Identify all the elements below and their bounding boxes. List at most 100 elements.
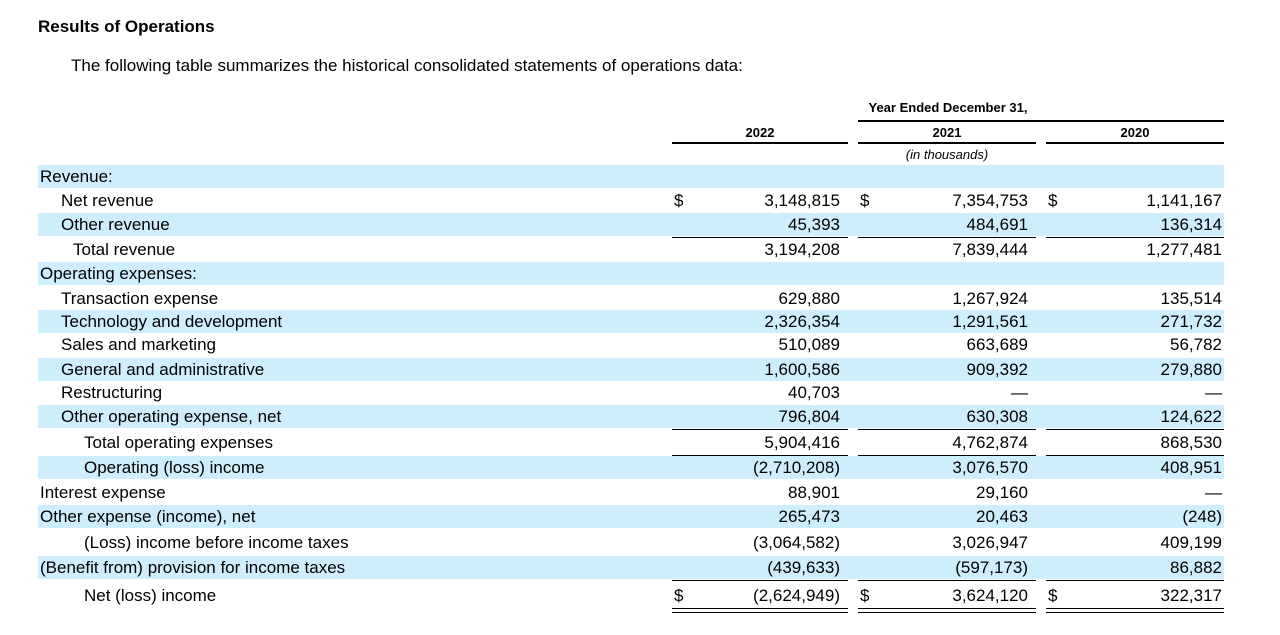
value-2021: (597,173) bbox=[955, 558, 1028, 577]
value-2021: 4,762,874 bbox=[952, 433, 1028, 452]
table-row-income-taxes: (Benefit from) provision for income taxe… bbox=[38, 556, 1224, 579]
double-rule-2021 bbox=[858, 608, 1036, 613]
table-row-interest-expense: Interest expense 88,901 29,160 — bbox=[38, 481, 1224, 504]
intro-text: The following table summarizes the histo… bbox=[71, 56, 743, 75]
year-underline-2020 bbox=[1046, 142, 1224, 144]
value-2020: 279,880 bbox=[1160, 360, 1222, 379]
subtotal-rule-2020 bbox=[1046, 580, 1224, 581]
value-2020: 409,199 bbox=[1160, 533, 1222, 552]
value-2020: 124,622 bbox=[1160, 407, 1222, 426]
year-header-2021: 2021 bbox=[932, 125, 962, 140]
value-2020: (248) bbox=[1182, 507, 1222, 526]
row-label: Other revenue bbox=[61, 215, 170, 234]
value-2021: 29,160 bbox=[976, 483, 1028, 502]
value-2021: 20,463 bbox=[976, 507, 1028, 526]
value-2021: 3,624,120 bbox=[952, 586, 1028, 605]
value-2022: 1,600,586 bbox=[764, 360, 840, 379]
table-row-sales-marketing: Sales and marketing 510,089 663,689 56,782 bbox=[38, 333, 1224, 356]
value-2021: — bbox=[1011, 383, 1028, 402]
row-label: Net (loss) income bbox=[84, 586, 217, 605]
value-2022: 88,901 bbox=[788, 483, 840, 502]
table-row-total-operating-expenses: Total operating expenses 5,904,416 4,762,8… bbox=[38, 431, 1224, 454]
row-label: Operating (loss) income bbox=[84, 458, 265, 477]
value-2022: 3,194,208 bbox=[764, 240, 840, 259]
row-label: Other expense (income), net bbox=[40, 507, 256, 526]
subtotal-rule-2022 bbox=[672, 580, 848, 581]
value-2020: 408,951 bbox=[1160, 458, 1222, 477]
row-label: General and administrative bbox=[61, 360, 265, 379]
value-2020: 271,732 bbox=[1160, 312, 1222, 331]
value-2020: — bbox=[1205, 483, 1222, 502]
table-row-other-expense: Other expense (income), net 265,473 20,463… bbox=[38, 505, 1224, 528]
table-row-revenue-heading: Revenue: bbox=[38, 165, 1224, 188]
period-underline bbox=[858, 120, 1224, 122]
value-2020: 86,882 bbox=[1170, 558, 1222, 577]
table-row-net-income: Net (loss) income $ $ $ (2,624,949) 3,624,120… bbox=[38, 584, 1224, 607]
table-row-other-revenue: Other revenue 45,393 484,691 136,314 bbox=[38, 213, 1224, 236]
value-2021: 1,267,924 bbox=[952, 289, 1028, 308]
row-label: Interest expense bbox=[40, 483, 166, 502]
value-2020: 1,141,167 bbox=[1146, 191, 1222, 210]
row-label: Operating expenses: bbox=[40, 264, 197, 283]
table-row-income-before-taxes: (Loss) income before income taxes (3,064,… bbox=[38, 531, 1224, 554]
value-2020: 136,314 bbox=[1160, 215, 1222, 234]
value-2021: 1,291,561 bbox=[952, 312, 1028, 331]
value-2021: 7,354,753 bbox=[952, 191, 1028, 210]
value-2022: 3,148,815 bbox=[764, 191, 840, 210]
year-header-2020: 2020 bbox=[1120, 125, 1150, 140]
row-label: Technology and development bbox=[61, 312, 283, 331]
table-row-technology-development: Technology and development 2,326,354 1,291… bbox=[38, 310, 1224, 333]
row-label: Net revenue bbox=[61, 191, 154, 210]
period-header: Year Ended December 31, bbox=[868, 100, 1028, 115]
table-row-net-revenue: Net revenue $ $ $3,148,815 7,354,753 1,141,16… bbox=[38, 189, 1224, 212]
double-rule-2022 bbox=[672, 608, 848, 613]
table-row-operating-income: Operating (loss) income (2,710,208) 3,076,… bbox=[38, 456, 1224, 479]
value-2020: 135,514 bbox=[1160, 289, 1222, 308]
value-2022: 5,904,416 bbox=[764, 433, 840, 452]
table-row-operating-expenses-heading: Operating expenses: bbox=[38, 262, 1224, 285]
table-row-transaction-expense: Transaction expense 629,880 1,267,924 135,5… bbox=[38, 287, 1224, 310]
year-underline-2021 bbox=[858, 142, 1036, 144]
row-label: Total revenue bbox=[73, 240, 176, 259]
value-2020: 1,277,481 bbox=[1146, 240, 1222, 259]
value-2021: 7,839,444 bbox=[952, 240, 1028, 259]
value-2022: 510,089 bbox=[778, 335, 840, 354]
year-underline-2022 bbox=[672, 142, 848, 144]
row-label: Sales and marketing bbox=[61, 335, 216, 354]
row-label: (Loss) income before income taxes bbox=[84, 533, 349, 552]
value-2021: 3,076,570 bbox=[952, 458, 1028, 477]
table-row-other-operating-expense: Other operating expense, net 796,804 630,3… bbox=[38, 405, 1224, 428]
subtotal-rule-2022 bbox=[672, 429, 848, 430]
value-2022: (3,064,582) bbox=[753, 533, 840, 552]
table-row-total-revenue: Total revenue 3,194,208 7,839,444 1,277,481 bbox=[38, 238, 1224, 261]
value-2020: 56,782 bbox=[1170, 335, 1222, 354]
value-2022: (439,633) bbox=[767, 558, 840, 577]
row-label: Restructuring bbox=[61, 383, 163, 402]
subtotal-rule-2021 bbox=[858, 580, 1036, 581]
value-2021: 3,026,947 bbox=[952, 533, 1028, 552]
row-label: Transaction expense bbox=[61, 289, 219, 308]
double-rule-2020 bbox=[1046, 608, 1224, 613]
value-2022: 2,326,354 bbox=[764, 312, 840, 331]
value-2022: (2,710,208) bbox=[753, 458, 840, 477]
subtotal-rule-2020 bbox=[1046, 429, 1224, 430]
value-2022: (2,624,949) bbox=[753, 586, 840, 605]
section-heading: Results of Operations bbox=[38, 17, 215, 36]
row-label: Total operating expenses bbox=[84, 433, 274, 452]
value-2022: 796,804 bbox=[778, 407, 840, 426]
value-2020: 322,317 bbox=[1160, 586, 1222, 605]
financial-statement-page: Results of Operations The following tabl… bbox=[0, 0, 1280, 635]
value-2022: 629,880 bbox=[778, 289, 840, 308]
value-2021: 663,689 bbox=[966, 335, 1028, 354]
table-row-general-administrative: General and administrative 1,600,586 909,3… bbox=[38, 358, 1224, 381]
row-label: Revenue: bbox=[40, 167, 113, 186]
value-2021: 909,392 bbox=[966, 360, 1028, 379]
value-2020: 868,530 bbox=[1160, 433, 1222, 452]
value-2022: 40,703 bbox=[788, 383, 840, 402]
subtotal-rule-2021 bbox=[858, 429, 1036, 430]
value-2022: 45,393 bbox=[788, 215, 840, 234]
unit-note: (in thousands) bbox=[905, 147, 989, 162]
value-2022: 265,473 bbox=[778, 507, 840, 526]
year-header-2022: 2022 bbox=[745, 125, 775, 140]
row-label: Other operating expense, net bbox=[61, 407, 282, 426]
